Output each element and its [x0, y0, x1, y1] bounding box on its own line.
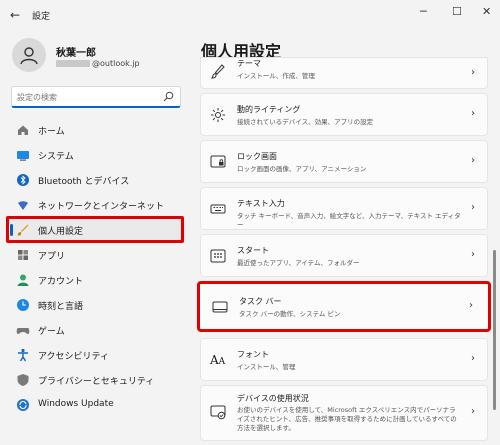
- sidebar-item-label: Windows Update: [38, 399, 114, 409]
- accessibility-icon: [18, 348, 28, 362]
- card-title: スタート: [237, 246, 269, 255]
- chevron-right-icon: ›: [471, 406, 475, 417]
- sidebar-item-gaming[interactable]: ゲーム: [8, 318, 186, 342]
- card-subtitle: ロック画面の画像、アプリ、アニメーション: [237, 165, 367, 173]
- card-title: 動的ライティング: [237, 105, 301, 114]
- chevron-right-icon: ›: [471, 155, 475, 166]
- card-subtitle: インストール、作成、管理: [237, 72, 315, 80]
- chevron-right-icon: ›: [471, 353, 475, 364]
- chevron-right-icon: ›: [469, 300, 473, 311]
- dynamic-lighting-icon: [211, 108, 225, 122]
- windows-update-icon: [17, 399, 29, 411]
- sidebar-item-privacy[interactable]: プライバシーとセキュリティ: [8, 368, 186, 392]
- start-icon: [210, 249, 226, 263]
- search-icon: [163, 91, 174, 102]
- card-title: ロック画面: [237, 152, 277, 161]
- theme-brush-icon: [210, 64, 225, 79]
- email-suffix: @outlook.jp: [92, 59, 140, 68]
- sidebar-item-label: Bluetooth とデバイス: [38, 177, 130, 187]
- card-start[interactable]: スタート 最近使ったアプリ、アイテム、フォルダー ›: [200, 234, 488, 277]
- card-device-usage[interactable]: デバイスの使用状況 お使いのデバイスを使用して、Microsoft エクスペリエ…: [200, 385, 488, 441]
- card-dynamic-lighting[interactable]: 動的ライティング 接続されているデバイス、効果、アプリの設定 ›: [200, 93, 488, 136]
- time-language-icon: [17, 299, 29, 311]
- card-subtitle: お使いのデバイスを使用して、Microsoft エクスペリエンス内でパーソナライ…: [237, 406, 457, 432]
- card-title: タスク バー: [239, 297, 282, 306]
- avatar: [12, 38, 46, 72]
- network-icon: [18, 201, 28, 210]
- title-bar: ← 設定 ─ ☐ ✕: [0, 0, 500, 30]
- taskbar-icon: [212, 301, 228, 313]
- settings-list: テーマ インストール、作成、管理 › 動的ライティング 接続されているデバイス、…: [197, 57, 491, 445]
- search-placeholder: 設定の検索: [17, 93, 57, 102]
- sidebar-item-accessibility[interactable]: アクセシビリティ: [8, 343, 186, 367]
- card-subtitle: 接続されているデバイス、効果、アプリの設定: [237, 118, 374, 126]
- card-text-input[interactable]: テキスト入力 タッチ キーボード、音声入力、絵文字など、入力テーマ、テキスト エ…: [200, 187, 488, 230]
- card-subtitle: タッチ キーボード、音声入力、絵文字など、入力テーマ、テキスト エディター: [237, 212, 461, 229]
- card-lock-screen[interactable]: ロック画面 ロック画面の画像、アプリ、アニメーション ›: [200, 140, 488, 183]
- apps-icon: [18, 250, 28, 260]
- search-input[interactable]: 設定の検索: [11, 86, 181, 108]
- card-subtitle: インストール、管理: [237, 363, 296, 371]
- bluetooth-icon: [17, 174, 29, 186]
- user-email: @outlook.jp: [56, 59, 140, 68]
- redacted-email-part: [56, 60, 90, 67]
- card-taskbar[interactable]: タスク バー タスク バーの動作、システム ピン ›: [197, 281, 491, 332]
- sidebar-item-bluetooth[interactable]: Bluetooth とデバイス: [8, 168, 186, 192]
- person-icon: [20, 47, 38, 65]
- minimize-button[interactable]: ─: [420, 5, 427, 18]
- gaming-icon: [16, 328, 30, 334]
- account-icon: [17, 274, 29, 286]
- sidebar-item-label: 時刻と言語: [38, 302, 84, 312]
- card-title: テーマ: [237, 59, 261, 68]
- close-button[interactable]: ✕: [482, 5, 491, 18]
- card-fonts[interactable]: AA フォント インストール、管理 ›: [200, 338, 488, 381]
- sidebar-item-apps[interactable]: アプリ: [8, 243, 186, 267]
- lock-screen-icon: [210, 155, 226, 168]
- sidebar-nav: ホーム システム Bluetooth とデバイス ネットワークとインターネット …: [8, 118, 186, 418]
- sidebar-item-accounts[interactable]: アカウント: [8, 268, 186, 292]
- privacy-icon: [17, 374, 29, 386]
- sidebar-item-label: プライバシーとセキュリティ: [38, 377, 155, 387]
- chevron-right-icon: ›: [471, 67, 475, 78]
- chevron-right-icon: ›: [471, 202, 475, 213]
- back-arrow-icon[interactable]: ←: [10, 8, 20, 22]
- sidebar-item-home[interactable]: ホーム: [8, 118, 186, 142]
- chevron-right-icon: ›: [471, 249, 475, 260]
- home-icon: [18, 125, 28, 135]
- sidebar-item-label: ホーム: [38, 127, 65, 137]
- sidebar-item-windows-update[interactable]: Windows Update: [8, 393, 186, 417]
- sidebar-item-label: ネットワークとインターネット: [38, 202, 165, 212]
- sidebar-item-label: システム: [38, 152, 74, 162]
- sidebar-item-label: ゲーム: [38, 327, 65, 337]
- sidebar-item-label: アカウント: [38, 277, 84, 287]
- card-title: テキスト入力: [237, 199, 285, 208]
- sidebar-item-label: アプリ: [38, 252, 66, 262]
- device-usage-icon: [210, 405, 226, 420]
- sidebar-item-system[interactable]: システム: [8, 143, 186, 167]
- user-name: 秋葉一郎: [56, 48, 96, 59]
- highlight-box-personalization: [6, 216, 184, 243]
- sidebar-item-network[interactable]: ネットワークとインターネット: [8, 193, 186, 217]
- chevron-right-icon: ›: [471, 108, 475, 119]
- card-subtitle: タスク バーの動作、システム ピン: [239, 310, 341, 318]
- card-title: フォント: [237, 350, 269, 359]
- fonts-icon: AA: [210, 353, 226, 367]
- sidebar-item-time-language[interactable]: 時刻と言語: [8, 293, 186, 317]
- scrollbar[interactable]: [493, 250, 496, 410]
- keyboard-icon: [210, 204, 226, 214]
- system-icon: [17, 151, 29, 161]
- app-title: 設定: [32, 12, 51, 22]
- sidebar-item-label: アクセシビリティ: [38, 352, 110, 362]
- card-title: デバイスの使用状況: [237, 394, 309, 403]
- user-profile[interactable]: 秋葉一郎 @outlook.jp: [12, 38, 182, 78]
- maximize-button[interactable]: ☐: [452, 5, 462, 18]
- card-theme[interactable]: テーマ インストール、作成、管理 ›: [200, 57, 488, 89]
- card-subtitle: 最近使ったアプリ、アイテム、フォルダー: [237, 259, 360, 267]
